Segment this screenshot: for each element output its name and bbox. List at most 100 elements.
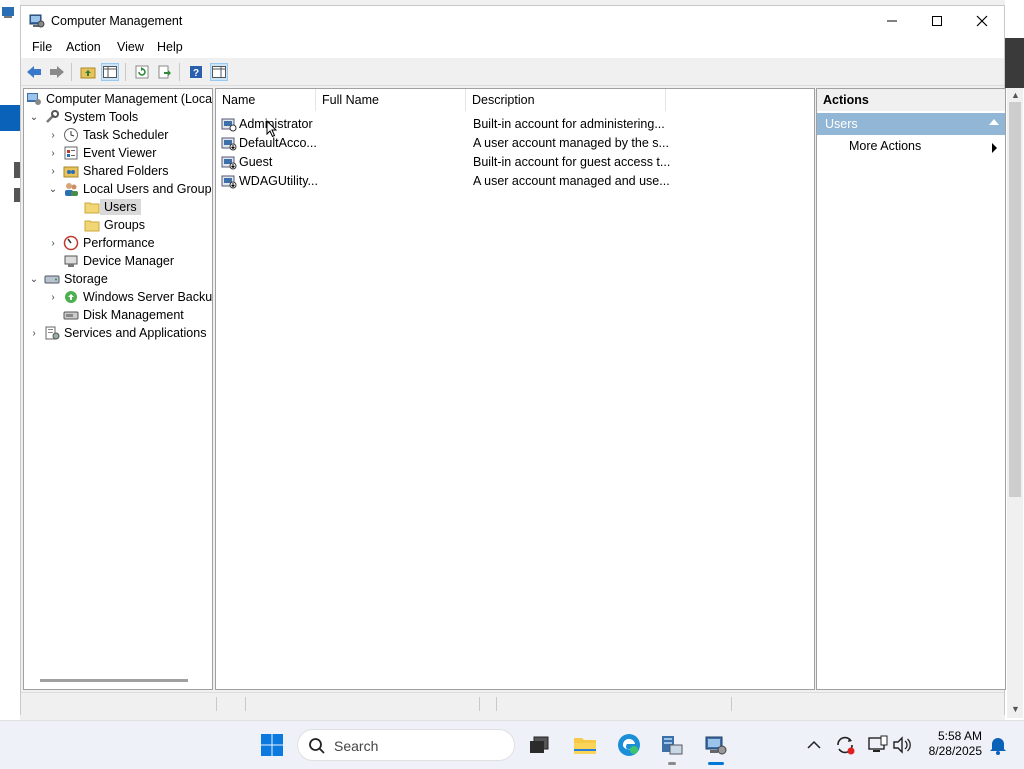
- computer-management-icon: [27, 93, 41, 105]
- update-status-button[interactable]: [833, 733, 857, 757]
- volume-button[interactable]: [890, 733, 914, 757]
- tree-horizontal-scrollbar[interactable]: [40, 679, 188, 682]
- export-list-button[interactable]: [156, 63, 174, 81]
- tree-label: System Tools: [64, 110, 139, 124]
- menu-view[interactable]: View: [117, 40, 144, 54]
- tree-label: Task Scheduler: [83, 128, 169, 142]
- start-button[interactable]: [260, 733, 284, 757]
- show-hide-action-pane-button[interactable]: [210, 63, 228, 81]
- menu-file[interactable]: File: [32, 40, 52, 54]
- actions-section-label: Users: [825, 117, 858, 131]
- action-pane-icon: [212, 66, 226, 78]
- file-explorer-button[interactable]: [573, 733, 597, 757]
- event-viewer-icon: [64, 146, 78, 160]
- tree-item-task-scheduler[interactable]: › Task Scheduler: [47, 126, 168, 144]
- user-description: Built-in account for administering...: [473, 117, 665, 131]
- expand-arrow-icon[interactable]: ›: [47, 130, 59, 141]
- disabled-user-icon: [221, 137, 237, 151]
- refresh-icon: [135, 65, 149, 79]
- folder-icon: [84, 220, 100, 232]
- maximize-button[interactable]: [914, 6, 960, 36]
- users-list-view: Name Full Name Description Administrator…: [215, 88, 815, 690]
- task-view-button[interactable]: [527, 733, 551, 757]
- bell-icon: [990, 738, 1006, 755]
- tree-item-storage[interactable]: ⌄ Storage: [28, 270, 108, 288]
- column-header-name[interactable]: Name: [216, 89, 316, 111]
- mouse-cursor-icon: [266, 120, 278, 138]
- tree-item-event-viewer[interactable]: › Event Viewer: [47, 144, 156, 162]
- submenu-arrow-icon[interactable]: [992, 143, 997, 153]
- tree-label: Device Manager: [83, 254, 175, 268]
- search-placeholder: Search: [334, 738, 379, 754]
- actions-section-users[interactable]: Users: [817, 113, 1005, 135]
- collapse-arrow-icon[interactable]: ⌄: [28, 274, 40, 285]
- background-scrollbar[interactable]: ▲ ▼: [1007, 88, 1023, 718]
- scroll-down-arrow-icon[interactable]: ▼: [1011, 704, 1020, 714]
- collapse-triangle-icon[interactable]: [989, 119, 999, 125]
- scroll-up-arrow-icon[interactable]: ▲: [1011, 90, 1020, 100]
- menu-action[interactable]: Action: [66, 40, 101, 54]
- menu-help[interactable]: Help: [157, 40, 183, 54]
- close-icon: [976, 15, 988, 27]
- expand-arrow-icon[interactable]: ›: [28, 328, 40, 339]
- tree-item-shared-folders[interactable]: › Shared Folders: [47, 162, 168, 180]
- forward-button[interactable]: [48, 63, 66, 81]
- collapse-arrow-icon[interactable]: ⌄: [28, 112, 40, 123]
- tree-item-services-applications[interactable]: › Services and Applications: [28, 324, 206, 342]
- tree-label: Performance: [83, 236, 155, 250]
- tree-item-groups[interactable]: Groups: [84, 216, 145, 234]
- tree-item-device-manager[interactable]: Device Manager: [63, 252, 174, 270]
- show-hidden-icons-button[interactable]: [802, 733, 826, 757]
- windows-logo-icon: [261, 734, 283, 756]
- table-row[interactable]: Administrator Built-in account for admin…: [216, 115, 814, 134]
- toolbar-separator: [125, 63, 126, 81]
- column-header-description[interactable]: Description: [466, 89, 666, 111]
- user-icon: [221, 118, 237, 132]
- expand-arrow-icon[interactable]: ›: [47, 148, 59, 159]
- tree-item-performance[interactable]: › Performance: [47, 234, 155, 252]
- title-bar[interactable]: Computer Management: [21, 6, 1004, 36]
- task-view-icon: [530, 736, 549, 753]
- tree-item-users[interactable]: Users: [84, 198, 141, 216]
- more-actions-item[interactable]: More Actions: [849, 139, 921, 153]
- back-button[interactable]: [25, 63, 43, 81]
- notifications-button[interactable]: [986, 733, 1010, 757]
- show-hide-console-tree-button[interactable]: [101, 63, 119, 81]
- table-row[interactable]: DefaultAcco... A user account managed by…: [216, 134, 814, 153]
- collapse-arrow-icon[interactable]: ⌄: [47, 184, 59, 195]
- tree-item-system-tools[interactable]: ⌄ System Tools: [28, 108, 138, 126]
- export-list-icon: [158, 65, 171, 79]
- table-row[interactable]: WDAGUtility... A user account managed an…: [216, 172, 814, 191]
- column-header-full-name[interactable]: Full Name: [316, 89, 466, 111]
- close-button[interactable]: [959, 6, 1005, 36]
- expand-arrow-icon[interactable]: ›: [47, 238, 59, 249]
- help-button[interactable]: ?: [187, 63, 205, 81]
- disk-icon: [63, 311, 79, 320]
- refresh-button[interactable]: [133, 63, 151, 81]
- system-clock[interactable]: 5:58 AM 8/28/2025: [920, 729, 982, 759]
- expand-arrow-icon[interactable]: ›: [47, 166, 59, 177]
- user-name: Guest: [239, 155, 273, 169]
- computer-management-taskbar-button[interactable]: [704, 733, 728, 757]
- tree-root-computer-management[interactable]: Computer Management (Local: [26, 90, 212, 108]
- clock-date: 8/28/2025: [928, 744, 982, 758]
- network-button[interactable]: [866, 733, 890, 757]
- menu-bar: File Action View Help: [21, 36, 1004, 58]
- tree-label: Windows Server Backup: [83, 290, 213, 304]
- tree-item-local-users-groups[interactable]: ⌄ Local Users and Groups: [47, 180, 212, 198]
- scrollbar-thumb[interactable]: [1009, 102, 1021, 497]
- maximize-icon: [932, 16, 942, 26]
- up-one-level-button[interactable]: [79, 63, 97, 81]
- table-row[interactable]: Guest Built-in account for guest access …: [216, 153, 814, 172]
- status-divider: [245, 697, 246, 711]
- edge-browser-button[interactable]: [617, 733, 641, 757]
- tree-item-windows-server-backup[interactable]: › Windows Server Backup: [47, 288, 213, 306]
- file-explorer-icon: [574, 738, 596, 754]
- minimize-button[interactable]: [869, 6, 915, 36]
- tree-item-disk-management[interactable]: Disk Management: [63, 306, 184, 324]
- taskbar-search-box[interactable]: Search: [297, 729, 515, 761]
- expand-arrow-icon[interactable]: ›: [47, 292, 59, 303]
- computer-management-icon: [29, 14, 45, 28]
- server-manager-button[interactable]: [660, 733, 684, 757]
- taskbar: Search 5:58 AM 8/28/2025: [0, 720, 1024, 769]
